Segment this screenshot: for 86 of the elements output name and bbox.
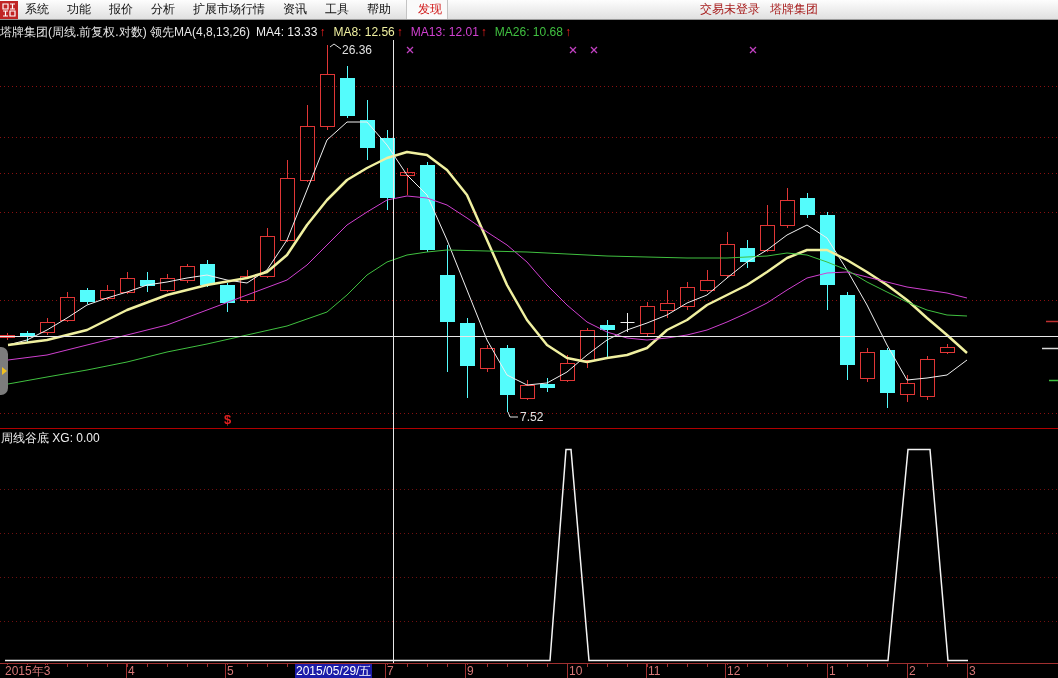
cross-marker-icon [406,46,414,54]
legend-label: MA26: 10.68 [494,25,563,39]
date-label: 4 [128,665,135,678]
down-candle [880,347,895,409]
doji-candle [620,312,635,333]
leader-line [329,43,342,50]
down-candle [20,330,35,343]
up-arrow: ↑ [480,25,487,39]
menu-item[interactable]: 工具 [316,0,358,19]
up-candle [680,281,695,311]
down-candle [80,287,95,305]
date-label: 5 [227,665,234,678]
up-candle [160,273,175,293]
up-candle [60,291,75,323]
date-label: 2 [909,665,916,678]
down-candle [340,65,355,119]
caret-icon [1,367,7,375]
menu-item[interactable]: 帮助 [358,0,400,19]
cursor-date-label: 2015/05/29/五 [295,664,373,678]
legend-label: MA13: 12.01 [410,25,479,39]
up-arrow: ↑ [319,25,326,39]
date-label: 7 [387,665,394,678]
up-candle [580,327,595,369]
up-candle [660,289,675,319]
up-candle [40,317,55,336]
down-candle [600,319,615,359]
up-candle [900,374,915,403]
level-marker-icon [1048,379,1058,382]
menu-item[interactable]: 报价 [100,0,142,19]
date-label: 10 [569,665,583,678]
leader-line [507,411,519,418]
event-marker: $ [224,413,232,427]
down-candle [220,282,235,313]
up-candle [180,263,195,284]
up-candle [560,354,575,383]
up-arrow: ↑ [564,25,571,39]
cross-marker-icon [590,46,598,54]
date-label: 3 [969,665,976,678]
up-candle [400,167,415,196]
legend-label: MA4: 13.33 [256,25,318,39]
up-arrow: ↑ [396,25,403,39]
level-marker-icon [1041,347,1058,350]
up-candle [860,347,875,383]
menu-item[interactable]: 分析 [142,0,184,19]
down-candle [140,271,155,293]
down-candle [740,239,755,269]
up-candle [940,343,955,355]
date-label: 11 [648,665,661,678]
menu-item[interactable]: 扩展市场行情 [184,0,274,19]
date-label: 2015年3 [5,665,51,678]
level-marker-icon [1045,320,1058,323]
up-candle [520,379,535,401]
chart-title: 塔牌集团(周线.前复权.对数) 领先MA(4,8,13,26) [0,25,251,39]
discover-tab[interactable]: 发现 [406,0,448,19]
stock-name-link[interactable]: 塔牌集团 [770,0,818,19]
up-candle [120,271,135,295]
date-label: 9 [467,665,474,678]
up-candle [720,231,735,279]
date-label: 1 [829,665,836,678]
indicator-title: 周线谷底 XG: 0.00 [0,430,100,445]
cross-marker-icon [749,46,757,54]
up-candle [260,227,275,279]
up-candle [0,332,15,341]
legend-label: MA8: 12.56 [333,25,395,39]
up-candle [640,301,655,337]
menu-item[interactable]: 功能 [58,0,100,19]
low-price-label: 7.52 [520,411,544,423]
date-label: 12 [727,665,741,678]
down-candle [540,377,555,393]
up-candle [700,269,715,293]
up-candle [920,355,935,401]
down-candle [360,99,375,161]
logo-icon [0,0,18,19]
menu-item[interactable]: 资讯 [274,0,316,19]
high-price-label: 26.36 [342,44,373,56]
down-candle [800,192,815,219]
up-candle [480,344,495,373]
up-candle [780,187,795,229]
login-status-link[interactable]: 交易未登录 [700,0,760,19]
menu-item[interactable]: 系统 [16,0,58,19]
up-candle [100,284,115,301]
up-candle [760,204,775,253]
up-candle [240,269,255,304]
down-candle [500,344,515,413]
expand-handle[interactable] [0,347,8,395]
cross-marker-icon [569,46,577,54]
